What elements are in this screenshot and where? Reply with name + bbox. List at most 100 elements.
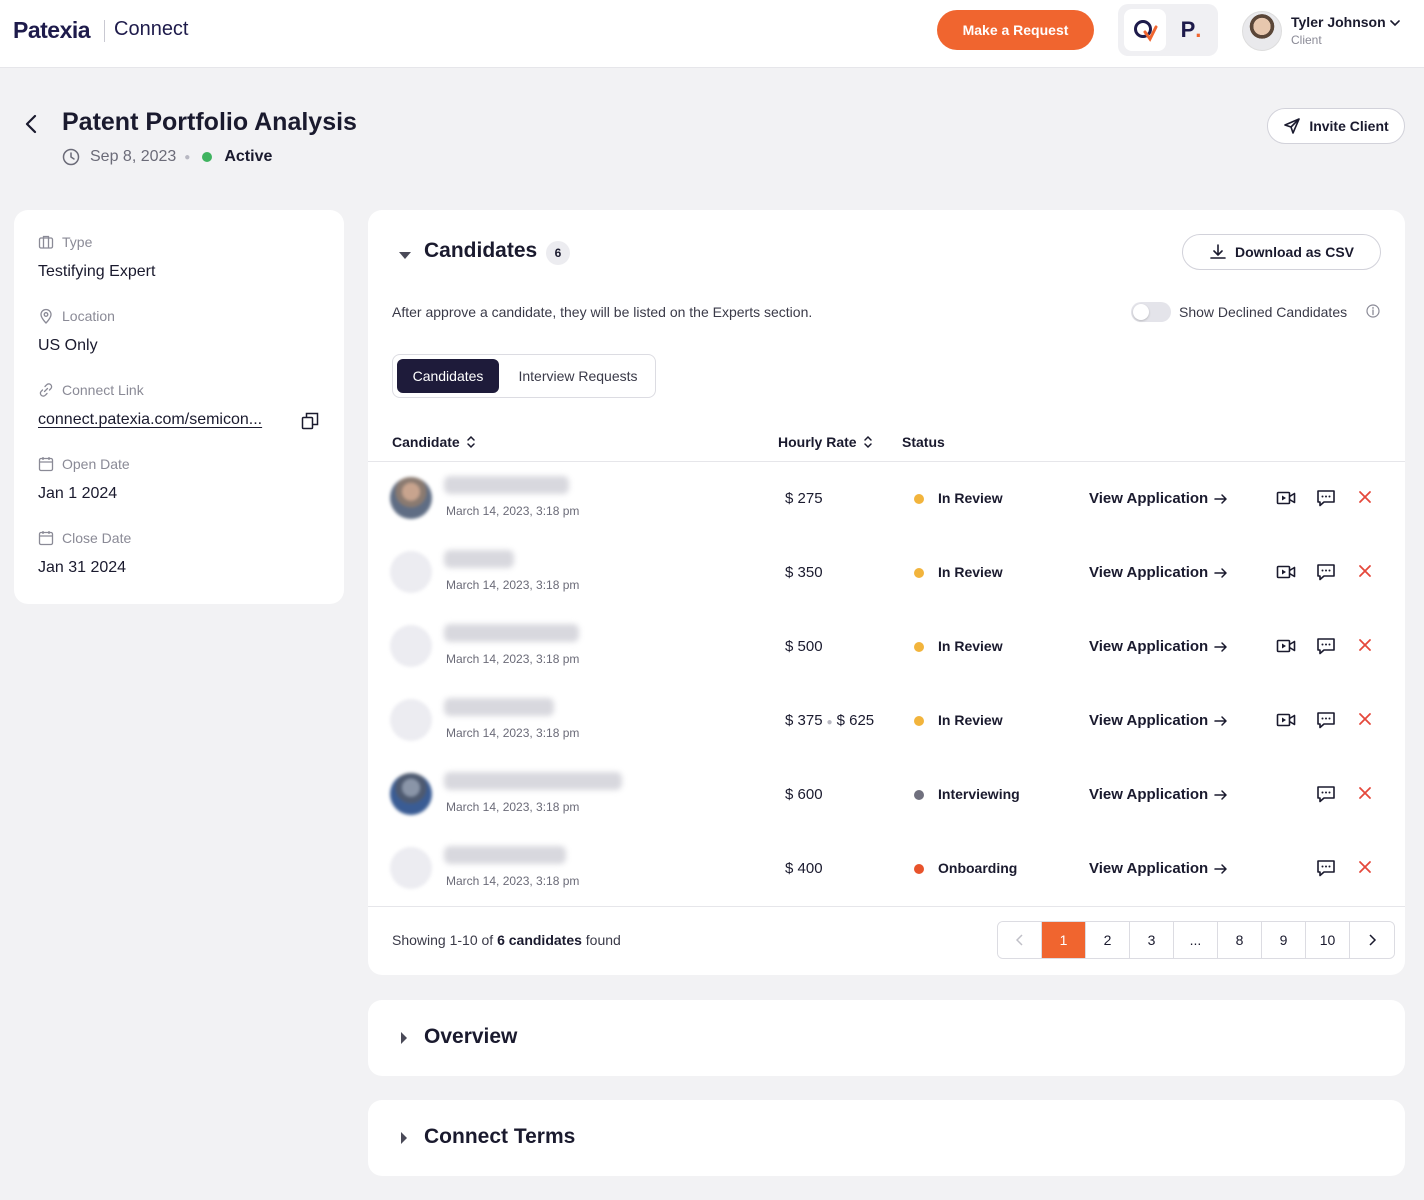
- location-pin-icon: [40, 308, 52, 324]
- view-application-link[interactable]: View Application: [1089, 860, 1228, 877]
- view-application-link[interactable]: View Application: [1089, 712, 1228, 729]
- overview-section[interactable]: Overview: [368, 1000, 1405, 1076]
- top-navbar: Patexia Connect Make a Request P. Tyler …: [0, 0, 1424, 68]
- video-interview-icon[interactable]: [1276, 637, 1296, 660]
- decline-close-icon[interactable]: [1358, 712, 1372, 731]
- clock-icon: [62, 148, 80, 166]
- app-q-icon[interactable]: [1124, 9, 1166, 51]
- decline-close-icon[interactable]: [1358, 786, 1372, 805]
- page-1-button[interactable]: 1: [1042, 922, 1086, 958]
- copy-icon[interactable]: [301, 412, 319, 435]
- arrow-right-icon: [1214, 641, 1227, 652]
- page-3-button[interactable]: 3: [1130, 922, 1174, 958]
- candidates-title[interactable]: Candidates: [424, 239, 537, 263]
- candidates-info-text: After approve a candidate, they will be …: [392, 304, 813, 320]
- product-name: Connect: [114, 18, 189, 40]
- table-row: March 14, 2023, 3:18 pm $ 350 In Review Vie…: [368, 536, 1405, 610]
- status-label: In Review: [938, 490, 1003, 506]
- connect-terms-section[interactable]: Connect Terms: [368, 1100, 1405, 1176]
- details-card: Type Testifying Expert Location US Only …: [14, 210, 344, 604]
- message-icon[interactable]: [1316, 563, 1336, 586]
- rate-separator: ●: [826, 717, 833, 728]
- message-icon[interactable]: [1316, 489, 1336, 512]
- video-interview-icon[interactable]: [1276, 711, 1296, 734]
- view-application-link[interactable]: View Application: [1089, 564, 1228, 581]
- message-icon[interactable]: [1316, 785, 1336, 808]
- page-ellipsis: ...: [1174, 922, 1218, 958]
- pagination: 1 2 3 ... 8 9 10: [997, 921, 1395, 959]
- decline-close-icon[interactable]: [1358, 490, 1372, 509]
- chevron-down-icon[interactable]: [1388, 16, 1402, 35]
- view-application-link[interactable]: View Application: [1089, 786, 1228, 803]
- download-csv-button[interactable]: Download as CSV: [1182, 234, 1381, 270]
- page-8-button[interactable]: 8: [1218, 922, 1262, 958]
- view-application-link[interactable]: View Application: [1089, 638, 1228, 655]
- back-arrow-icon[interactable]: [20, 112, 42, 136]
- table-footer-divider: [368, 906, 1405, 907]
- decline-close-icon[interactable]: [1358, 564, 1372, 583]
- logo-divider: [104, 20, 105, 42]
- decline-close-icon[interactable]: [1358, 638, 1372, 657]
- chevron-left-icon: [1015, 934, 1023, 946]
- candidates-count-badge: 6: [546, 241, 570, 265]
- column-status: Status: [902, 434, 945, 450]
- candidate-name-redacted: [444, 550, 514, 568]
- user-avatar[interactable]: [1242, 11, 1282, 51]
- caret-right-icon: [400, 1031, 408, 1050]
- candidate-avatar: [390, 625, 432, 667]
- results-summary: Showing 1-10 of 6 candidates found: [392, 932, 621, 948]
- column-hourly-rate[interactable]: Hourly Rate: [778, 434, 873, 450]
- info-icon[interactable]: [1366, 304, 1380, 323]
- tab-interview-requests[interactable]: Interview Requests: [503, 359, 653, 393]
- page-2-button[interactable]: 2: [1086, 922, 1130, 958]
- candidate-date: March 14, 2023, 3:18 pm: [446, 800, 580, 814]
- connect-link[interactable]: connect.patexia.com/semicon...: [38, 411, 262, 429]
- decline-close-icon[interactable]: [1358, 860, 1372, 879]
- page-10-button[interactable]: 10: [1306, 922, 1350, 958]
- candidate-date: March 14, 2023, 3:18 pm: [446, 652, 580, 666]
- sort-icon: [466, 435, 475, 449]
- video-interview-icon[interactable]: [1276, 489, 1296, 512]
- candidate-name-redacted: [444, 624, 579, 642]
- view-application-link[interactable]: View Application: [1089, 490, 1228, 507]
- created-date: Sep 8, 2023: [90, 148, 177, 165]
- candidate-avatar: [390, 551, 432, 593]
- prev-page-button[interactable]: [998, 922, 1042, 958]
- caret-down-icon[interactable]: [398, 248, 412, 266]
- candidate-date: March 14, 2023, 3:18 pm: [446, 726, 580, 740]
- type-label: Type: [38, 234, 92, 250]
- table-row: March 14, 2023, 3:18 pm $ 400 Onboarding Vi…: [368, 832, 1405, 906]
- status-dot: [914, 642, 924, 652]
- page-9-button[interactable]: 9: [1262, 922, 1306, 958]
- table-row: March 14, 2023, 3:18 pm $ 375 ● $ 625 In Rev…: [368, 684, 1405, 758]
- tab-candidates[interactable]: Candidates: [397, 359, 499, 393]
- candidate-date: March 14, 2023, 3:18 pm: [446, 504, 580, 518]
- calendar-icon: [38, 531, 54, 546]
- next-page-button[interactable]: [1350, 922, 1394, 958]
- video-interview-icon[interactable]: [1276, 563, 1296, 586]
- hourly-rate: $ 400: [785, 860, 823, 877]
- hourly-rate: $ 500: [785, 638, 823, 655]
- message-icon[interactable]: [1316, 637, 1336, 660]
- download-icon: [1210, 244, 1226, 259]
- brand-logo[interactable]: Patexia: [13, 17, 91, 44]
- arrow-right-icon: [1214, 493, 1227, 504]
- status-dot: [914, 494, 924, 504]
- make-request-button[interactable]: Make a Request: [937, 10, 1094, 50]
- invite-client-label: Invite Client: [1309, 118, 1389, 134]
- arrow-right-icon: [1214, 789, 1227, 800]
- app-switcher: P.: [1118, 4, 1218, 56]
- user-name[interactable]: Tyler Johnson: [1291, 14, 1386, 30]
- dot-separator: ●: [184, 151, 191, 163]
- status-dot: [914, 790, 924, 800]
- location-label: Location: [38, 308, 115, 324]
- column-candidate[interactable]: Candidate: [392, 434, 476, 450]
- invite-client-button[interactable]: Invite Client: [1267, 108, 1405, 144]
- chevron-right-icon: [1369, 934, 1377, 946]
- message-icon[interactable]: [1316, 859, 1336, 882]
- page-title: Patent Portfolio Analysis: [62, 108, 357, 136]
- message-icon[interactable]: [1316, 711, 1336, 734]
- active-status-dot: [202, 152, 213, 162]
- show-declined-toggle[interactable]: [1131, 302, 1171, 322]
- app-p-icon[interactable]: P.: [1170, 9, 1212, 51]
